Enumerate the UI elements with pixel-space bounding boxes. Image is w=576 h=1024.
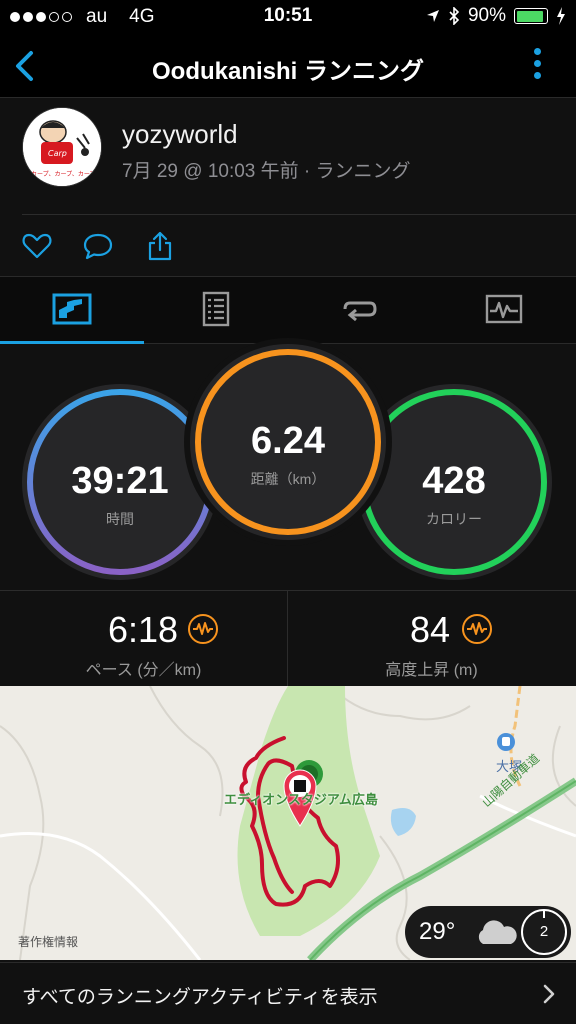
summary-rings: 39:21 時間 428 カロリー 6.24 距離（km） xyxy=(0,344,576,590)
page-title: Oodukanishi ランニング xyxy=(151,58,424,85)
avatar[interactable]: Carp カープ、カープ、カープ!! xyxy=(22,107,102,187)
share-icon[interactable] xyxy=(144,230,176,262)
location-arrow-icon xyxy=(426,10,439,22)
tab-laps[interactable] xyxy=(288,277,432,344)
more-options-icon[interactable] xyxy=(534,48,542,84)
graph-icon xyxy=(485,294,523,324)
comment-bubble-icon[interactable] xyxy=(82,230,114,262)
chart-icon xyxy=(52,293,92,325)
pace-value: 6:18 xyxy=(108,609,179,650)
avatar-image-icon: Carp カープ、カープ、カープ!! xyxy=(23,108,101,186)
tab-splits[interactable] xyxy=(144,277,288,344)
distance-ring[interactable]: 6.24 距離（km） xyxy=(190,344,386,540)
laps-icon xyxy=(343,301,377,322)
weather-temp: 29° xyxy=(419,918,456,945)
activity-meta: 7月 29 @ 10:03 午前 · ランニング xyxy=(122,161,411,182)
stats-divider xyxy=(287,590,288,686)
chevron-right-icon xyxy=(543,984,555,1004)
compass-icon: 2 xyxy=(521,909,567,955)
distance-label: 距離（km） xyxy=(250,471,326,487)
stats-row: 6:18 ペース (分／km) 84 高度上昇 (m) xyxy=(0,590,576,686)
tab-graphs[interactable] xyxy=(432,277,576,344)
cloud-icon xyxy=(478,920,517,944)
svg-text:カープ、カープ、カープ!!: カープ、カープ、カープ!! xyxy=(31,171,100,178)
stadium-label: エディオンスタジアム広島 xyxy=(224,792,378,807)
elevation-stat[interactable]: 84 高度上昇 (m) xyxy=(288,591,575,687)
elevation-chart-icon[interactable] xyxy=(462,614,492,644)
elevation-label: 高度上昇 (m) xyxy=(385,662,478,679)
battery-icon xyxy=(514,8,548,24)
svg-text:Carp: Carp xyxy=(48,149,67,158)
action-row xyxy=(0,215,576,275)
pace-stat[interactable]: 6:18 ペース (分／km) xyxy=(0,591,287,687)
time-value: 39:21 xyxy=(71,460,169,502)
weather-badge[interactable]: 29° 2 xyxy=(405,906,571,958)
activity-header: Carp カープ、カープ、カープ!! yozyworld 7月 29 @ 10:… xyxy=(0,99,576,214)
status-right: 90% xyxy=(426,5,566,27)
tab-chart[interactable] xyxy=(0,277,144,344)
bluetooth-icon xyxy=(449,7,460,25)
view-all-activities-label: すべてのランニングアクティビティを表示 xyxy=(22,987,378,1008)
like-heart-icon[interactable] xyxy=(21,230,53,262)
pace-chart-icon[interactable] xyxy=(188,614,218,644)
map-copyright[interactable]: 著作権情報 xyxy=(18,933,78,950)
compass-value: 2 xyxy=(539,923,549,940)
splits-icon xyxy=(202,291,230,327)
time-label: 時間 xyxy=(106,511,134,527)
status-bar: au 4G 10:51 90% xyxy=(0,0,576,34)
time-ring[interactable]: 39:21 時間 xyxy=(22,384,218,580)
charging-icon xyxy=(557,7,565,25)
activity-tabs xyxy=(0,276,576,344)
view-all-activities-row[interactable]: すべてのランニングアクティビティを表示 xyxy=(0,962,576,1024)
pace-label: ペース (分／km) xyxy=(85,662,202,679)
nav-bar: Oodukanishi ランニング xyxy=(0,34,576,98)
battery-percent: 90% xyxy=(467,5,506,26)
elevation-value: 84 xyxy=(410,609,451,650)
distance-value: 6.24 xyxy=(251,420,325,462)
username[interactable]: yozyworld xyxy=(122,119,238,150)
